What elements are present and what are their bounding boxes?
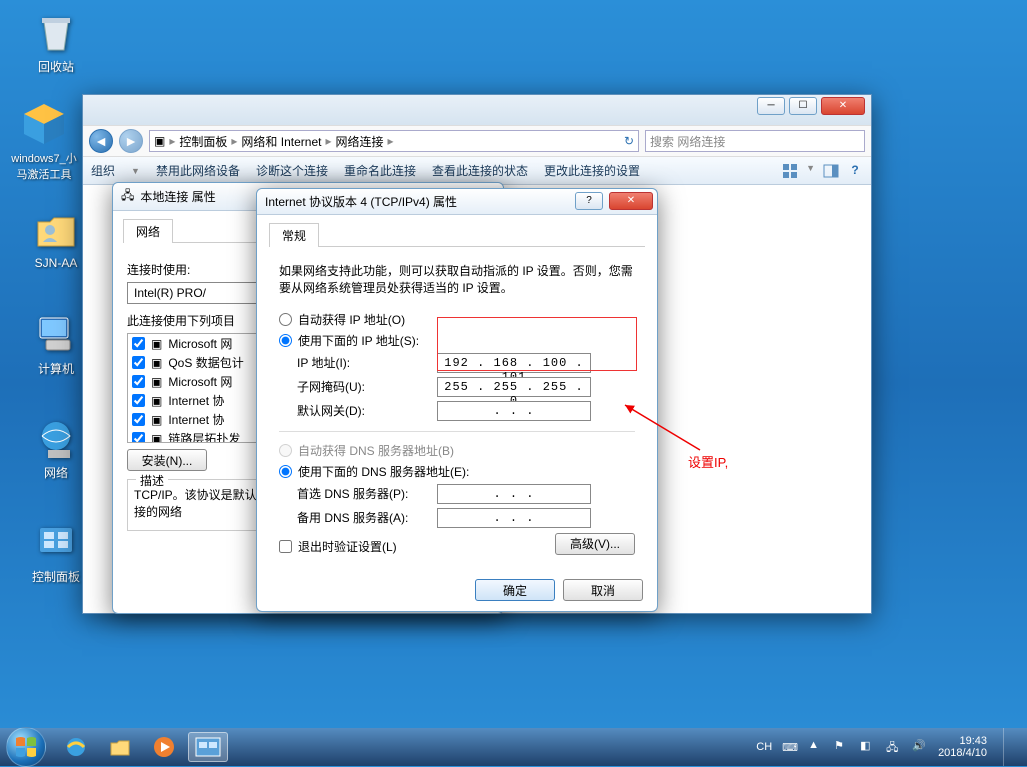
item-checkbox[interactable] bbox=[132, 413, 145, 426]
clock-time: 19:43 bbox=[938, 735, 987, 747]
clock-date: 2018/4/10 bbox=[938, 747, 987, 759]
forward-button[interactable]: ► bbox=[119, 129, 143, 153]
adapter-name: Intel(R) PRO/ bbox=[134, 286, 206, 300]
search-placeholder: 搜索 网络连接 bbox=[650, 133, 725, 150]
item-checkbox[interactable] bbox=[132, 432, 145, 443]
computer-icon bbox=[32, 310, 80, 358]
activator-icon bbox=[20, 100, 68, 148]
search-box[interactable]: 搜索 网络连接 bbox=[645, 130, 865, 152]
ipv4-info-text: 如果网络支持此功能，则可以获取自动指派的 IP 设置。否则，您需要从网络系统管理… bbox=[279, 263, 635, 297]
help-button[interactable]: ? bbox=[575, 192, 603, 210]
item-checkbox[interactable] bbox=[132, 375, 145, 388]
mask-label: 子网掩码(U): bbox=[297, 378, 437, 395]
item-checkbox[interactable] bbox=[132, 394, 145, 407]
address-bar[interactable]: ▣ ▸ 控制面板 ▸ 网络和 Internet ▸ 网络连接 ▸ ↻ bbox=[149, 130, 639, 152]
system-tray: CH ⌨ ▲ ⚑ ◧ 🖧 🔊 19:43 2018/4/10 bbox=[756, 728, 1021, 766]
tray-up-icon[interactable]: ▲ bbox=[808, 739, 824, 755]
item-checkbox[interactable] bbox=[132, 356, 145, 369]
desktop-icon-label: 回收站 bbox=[18, 58, 94, 75]
taskbar-network-window[interactable] bbox=[188, 732, 228, 762]
cancel-button[interactable]: 取消 bbox=[563, 579, 643, 601]
ip-address-input[interactable]: 192 . 168 . 100 . 101 bbox=[437, 353, 591, 373]
explorer-titlebar[interactable]: ─ ☐ ✕ bbox=[83, 95, 871, 125]
toolbar-status[interactable]: 查看此连接的状态 bbox=[432, 162, 528, 179]
control-panel-icon bbox=[32, 518, 80, 566]
recycle-bin-icon bbox=[32, 8, 80, 56]
toolbar-disable[interactable]: 禁用此网络设备 bbox=[156, 162, 240, 179]
explorer-nav: ◄ ► ▣ ▸ 控制面板 ▸ 网络和 Internet ▸ 网络连接 ▸ ↻ 搜… bbox=[83, 125, 871, 157]
back-button[interactable]: ◄ bbox=[89, 129, 113, 153]
nic-icon: 🖧 bbox=[121, 186, 134, 207]
keyboard-icon[interactable]: ⌨ bbox=[782, 741, 798, 754]
auto-dns-radio bbox=[279, 444, 292, 457]
ime-indicator[interactable]: CH bbox=[756, 741, 772, 753]
help-icon[interactable]: ? bbox=[847, 163, 863, 179]
ipv4-title-text: Internet 协议版本 4 (TCP/IPv4) 属性 bbox=[265, 193, 457, 210]
props-title-text: 本地连接 属性 bbox=[140, 188, 215, 205]
annotation-text: 设置IP, bbox=[688, 452, 728, 471]
tab-network[interactable]: 网络 bbox=[123, 219, 173, 243]
dns2-input[interactable]: . . . bbox=[437, 508, 591, 528]
desktop-icon-recycle-bin[interactable]: 回收站 bbox=[18, 8, 94, 75]
desktop-icon-label: windows7_小马激活工具 bbox=[6, 150, 82, 182]
taskbar-ie[interactable] bbox=[56, 732, 96, 762]
explorer-toolbar: 组织▼ 禁用此网络设备 诊断这个连接 重命名此连接 查看此连接的状态 更改此连接… bbox=[83, 157, 871, 185]
toolbar-organize[interactable]: 组织 bbox=[91, 162, 115, 179]
folder-icon bbox=[32, 206, 80, 254]
ipv4-titlebar[interactable]: Internet 协议版本 4 (TCP/IPv4) 属性 ? ✕ bbox=[257, 189, 657, 215]
dns2-label: 备用 DNS 服务器(A): bbox=[297, 509, 437, 526]
desktop-icon-activator[interactable]: windows7_小马激活工具 bbox=[6, 100, 82, 182]
subnet-mask-input[interactable]: 255 . 255 . 255 . 0 bbox=[437, 377, 591, 397]
radio-auto-dns: 自动获得 DNS 服务器地址(B) bbox=[279, 442, 635, 459]
maximize-button[interactable]: ☐ bbox=[789, 97, 817, 115]
advanced-button[interactable]: 高级(V)... bbox=[555, 533, 635, 555]
minimize-button[interactable]: ─ bbox=[757, 97, 785, 115]
close-button[interactable]: ✕ bbox=[821, 97, 865, 115]
breadcrumb-seg[interactable]: 网络和 Internet bbox=[241, 133, 321, 150]
install-button[interactable]: 安装(N)... bbox=[127, 449, 207, 471]
network-icon bbox=[32, 414, 80, 462]
ip-label: IP 地址(I): bbox=[297, 354, 437, 371]
preview-icon[interactable] bbox=[823, 163, 839, 179]
close-button[interactable]: ✕ bbox=[609, 192, 653, 210]
action-center-icon[interactable]: ⚑ bbox=[834, 739, 850, 755]
refresh-icon[interactable]: ↻ bbox=[624, 134, 634, 148]
toolbar-rename[interactable]: 重命名此连接 bbox=[344, 162, 416, 179]
validate-checkbox[interactable] bbox=[279, 540, 292, 553]
dns1-input[interactable]: . . . bbox=[437, 484, 591, 504]
manual-dns-radio[interactable] bbox=[279, 465, 292, 478]
start-button[interactable] bbox=[6, 727, 46, 767]
toolbar-diagnose[interactable]: 诊断这个连接 bbox=[256, 162, 328, 179]
ipv4-properties-dialog: Internet 协议版本 4 (TCP/IPv4) 属性 ? ✕ 常规 如果网… bbox=[256, 188, 658, 612]
gateway-input[interactable]: . . . bbox=[437, 401, 591, 421]
ok-button[interactable]: 确定 bbox=[475, 579, 555, 601]
radio-manual-dns[interactable]: 使用下面的 DNS 服务器地址(E): bbox=[279, 463, 635, 480]
view-icon[interactable] bbox=[782, 163, 798, 179]
item-checkbox[interactable] bbox=[132, 337, 145, 350]
annotation-arrow bbox=[620, 400, 710, 460]
radio-manual-ip[interactable]: 使用下面的 IP 地址(S): bbox=[279, 332, 635, 349]
auto-ip-radio[interactable] bbox=[279, 313, 292, 326]
tab-general[interactable]: 常规 bbox=[269, 223, 319, 247]
taskbar-media[interactable] bbox=[144, 732, 184, 762]
radio-auto-ip[interactable]: 自动获得 IP 地址(O) bbox=[279, 311, 635, 328]
taskbar-explorer[interactable] bbox=[100, 732, 140, 762]
manual-ip-radio[interactable] bbox=[279, 334, 292, 347]
toolbar-change[interactable]: 更改此连接的设置 bbox=[544, 162, 640, 179]
network-tray-icon[interactable]: 🖧 bbox=[886, 739, 902, 755]
taskbar-clock[interactable]: 19:43 2018/4/10 bbox=[938, 735, 987, 759]
gateway-label: 默认网关(D): bbox=[297, 402, 437, 419]
volume-icon[interactable]: 🔊 bbox=[912, 739, 928, 755]
cp-icon: ▣ bbox=[154, 134, 165, 148]
tray-app-icon[interactable]: ◧ bbox=[860, 739, 876, 755]
breadcrumb-seg[interactable]: 网络连接 bbox=[335, 133, 383, 150]
breadcrumb-seg[interactable]: 控制面板 bbox=[179, 133, 227, 150]
dns1-label: 首选 DNS 服务器(P): bbox=[297, 485, 437, 502]
ipv4-tabs: 常规 bbox=[269, 223, 645, 247]
taskbar: CH ⌨ ▲ ⚑ ◧ 🖧 🔊 19:43 2018/4/10 bbox=[0, 728, 1027, 766]
show-desktop-button[interactable] bbox=[1003, 728, 1015, 766]
